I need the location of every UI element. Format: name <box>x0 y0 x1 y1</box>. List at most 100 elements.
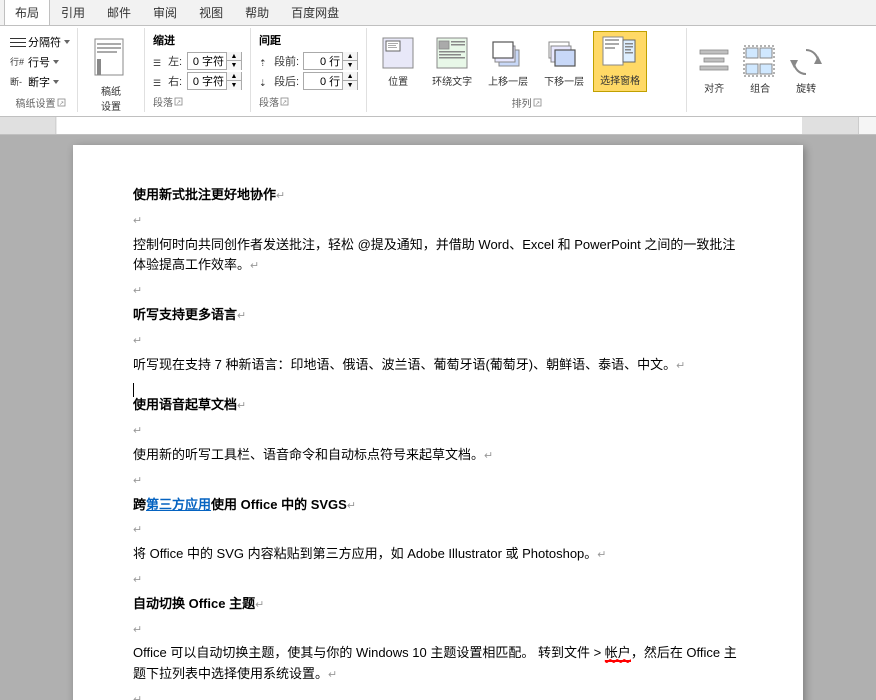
indent-right-icon: ☰ <box>153 76 165 88</box>
spacing-before-row: ⇡ 段前: ▲ ▼ <box>259 52 358 70</box>
spacing-after-input-wrap: ▲ ▼ <box>303 72 358 90</box>
para-mark-11: ↵ <box>347 500 356 512</box>
group-button[interactable]: 组合 <box>739 41 781 100</box>
para-mark-18: ↵ <box>133 694 142 700</box>
para-svg-heading: 跨第三方应用使用 Office 中的 SVGS↵ <box>133 495 743 516</box>
indent-title: 缩进 <box>153 32 242 48</box>
position-button[interactable]: 位置 <box>373 30 423 93</box>
ruler <box>0 117 876 135</box>
spacing-before-up[interactable]: ▲ <box>343 52 357 61</box>
document-area: 使用新式批注更好地协作↵ ↵ 控制何时向共同创作者发送批注，轻松 @提及通知，并… <box>0 135 876 700</box>
ruler-marks <box>56 117 802 135</box>
spacing-group-bottom-label: 段落 ↗ <box>259 94 358 109</box>
arrange-expand-icon[interactable]: ↗ <box>534 99 542 107</box>
bring-forward-icon-box <box>490 35 526 71</box>
para-theme-body: Office 可以自动切换主题，使其与你的 Windows 10 主题设置相匹配… <box>133 643 743 685</box>
spacing-after-input[interactable] <box>304 75 342 87</box>
wrap-text-label: 环绕文字 <box>432 73 472 88</box>
paper-group: 分隔符 行# 行号 断- 断字 稿纸设置 ↗ <box>4 28 78 112</box>
tab-help[interactable]: 帮助 <box>234 0 280 25</box>
spacing-before-input-wrap: ▲ ▼ <box>303 52 358 70</box>
indent-group: 缩进 ☰ 左: ▲ ▼ ☰ 右: <box>145 28 251 112</box>
send-backward-icon-box <box>546 35 582 71</box>
position-label: 位置 <box>388 73 408 88</box>
para-mark-12: ↵ <box>133 524 142 536</box>
svg-text:↗: ↗ <box>59 101 64 107</box>
para-dictation-body-text: 听写现在支持 7 种新语言：印地语、俄语、波兰语、葡萄牙语(葡萄牙)、朝鲜语、泰… <box>133 357 676 372</box>
tab-reference[interactable]: 引用 <box>50 0 96 25</box>
para-dictation-body: 听写现在支持 7 种新语言：印地语、俄语、波兰语、葡萄牙语(葡萄牙)、朝鲜语、泰… <box>133 355 743 376</box>
spacing-after-row: ⇣ 段后: ▲ ▼ <box>259 72 358 90</box>
send-backward-icon <box>547 36 581 70</box>
ruler-right-margin <box>802 117 858 135</box>
para-dictation-heading-text: 听写支持更多语言 <box>133 307 237 322</box>
align-rotate-content: 对齐 组合 <box>693 30 866 110</box>
indent-left-input-wrap: ▲ ▼ <box>187 52 242 70</box>
separator-button[interactable]: 分隔符 <box>8 33 73 51</box>
indent-right-down[interactable]: ▼ <box>227 81 241 90</box>
spacing-after-down[interactable]: ▼ <box>343 81 357 90</box>
para-mark-1: ↵ <box>133 215 142 227</box>
svg-text:↗: ↗ <box>535 101 540 107</box>
spacing-title: 间距 <box>259 32 358 48</box>
indent-right-input[interactable] <box>188 75 226 87</box>
arrange-group-bottom-label: 排列 ↗ <box>373 95 680 110</box>
spacing-before-input[interactable] <box>304 55 342 67</box>
tab-mail[interactable]: 邮件 <box>96 0 142 25</box>
wrap-text-icon-box <box>434 35 470 71</box>
paper-group-label: 稿纸设置 ↗ <box>8 95 73 110</box>
indent-right-spinner: ▲ ▼ <box>226 72 241 90</box>
spacing-group: 间距 ⇡ 段前: ▲ ▼ ⇣ 段后: <box>251 28 367 112</box>
indent-left-up[interactable]: ▲ <box>227 52 241 61</box>
para-dictation-heading: 听写支持更多语言↵ <box>133 305 743 326</box>
paper-expand-icon[interactable]: ↗ <box>58 99 66 107</box>
indent-left-down[interactable]: ▼ <box>227 61 241 70</box>
rotate-button[interactable]: 旋转 <box>785 41 827 100</box>
page-setup-group: 稿纸设置 <box>78 28 145 112</box>
position-icon <box>381 36 415 70</box>
para-mark-0: ↵ <box>276 190 285 202</box>
spacing-after-up[interactable]: ▲ <box>343 72 357 81</box>
indent-left-icon: ☰ <box>153 56 165 68</box>
indent-expand-icon[interactable]: ↗ <box>175 98 183 106</box>
select-pane-button[interactable]: 选择窗格 <box>593 31 647 92</box>
align-button[interactable]: 对齐 <box>693 41 735 100</box>
para-empty-8: ↵ <box>133 619 743 640</box>
tab-view[interactable]: 视图 <box>188 0 234 25</box>
spacing-expand-icon[interactable]: ↗ <box>281 98 289 106</box>
spacing-after-label: ⇣ 段后: <box>259 73 299 89</box>
hyphenation-icon: 断- <box>10 75 26 89</box>
line-number-label: 行号 <box>28 54 50 70</box>
para-modern-comment-text: 使用新式批注更好地协作 <box>133 187 276 202</box>
indent-right-input-wrap: ▲ ▼ <box>187 72 242 90</box>
spacing-before-down[interactable]: ▼ <box>343 61 357 70</box>
hyphenation-button[interactable]: 断- 断字 <box>8 73 73 91</box>
spacing-before-icon: ⇡ <box>259 56 271 68</box>
para-mark-10: ↵ <box>133 475 142 487</box>
send-backward-button[interactable]: 下移一层 <box>537 30 591 93</box>
indent-right-up[interactable]: ▲ <box>227 72 241 81</box>
para-empty-5: ↵ <box>133 470 743 491</box>
indent-left-input[interactable] <box>188 55 226 67</box>
indent-left-row: ☰ 左: ▲ ▼ <box>153 52 242 70</box>
ruler-corner <box>858 117 876 135</box>
bring-forward-label: 上移一层 <box>488 73 528 88</box>
select-pane-icon-box <box>602 36 638 72</box>
para-theme-body-part1: Office 可以自动切换主题，使其与你的 Windows 10 主题设置相匹配… <box>133 645 605 660</box>
page-setup-button[interactable]: 稿纸设置 <box>84 32 138 118</box>
para-voice-heading-text: 使用语音起草文档 <box>133 397 237 412</box>
arrange-icons: 位置 环绕文字 <box>373 30 680 93</box>
para-svg-heading-part1: 跨 <box>133 497 146 512</box>
bring-forward-button[interactable]: 上移一层 <box>481 30 535 93</box>
tab-layout[interactable]: 布局 <box>4 0 50 25</box>
hyphenation-chevron-icon <box>52 78 60 86</box>
para-mark-3: ↵ <box>133 285 142 297</box>
tab-review[interactable]: 审阅 <box>142 0 188 25</box>
line-number-button[interactable]: 行# 行号 <box>8 53 73 71</box>
para-mark-8: ↵ <box>133 425 142 437</box>
svg-text:行#: 行# <box>10 56 24 67</box>
tab-baidu[interactable]: 百度网盘 <box>280 0 350 25</box>
wrap-text-button[interactable]: 环绕文字 <box>425 30 479 93</box>
bring-forward-icon <box>491 36 525 70</box>
para-voice-body: 使用新的听写工具栏、语音命令和自动标点符号来起草文档。↵ <box>133 445 743 466</box>
